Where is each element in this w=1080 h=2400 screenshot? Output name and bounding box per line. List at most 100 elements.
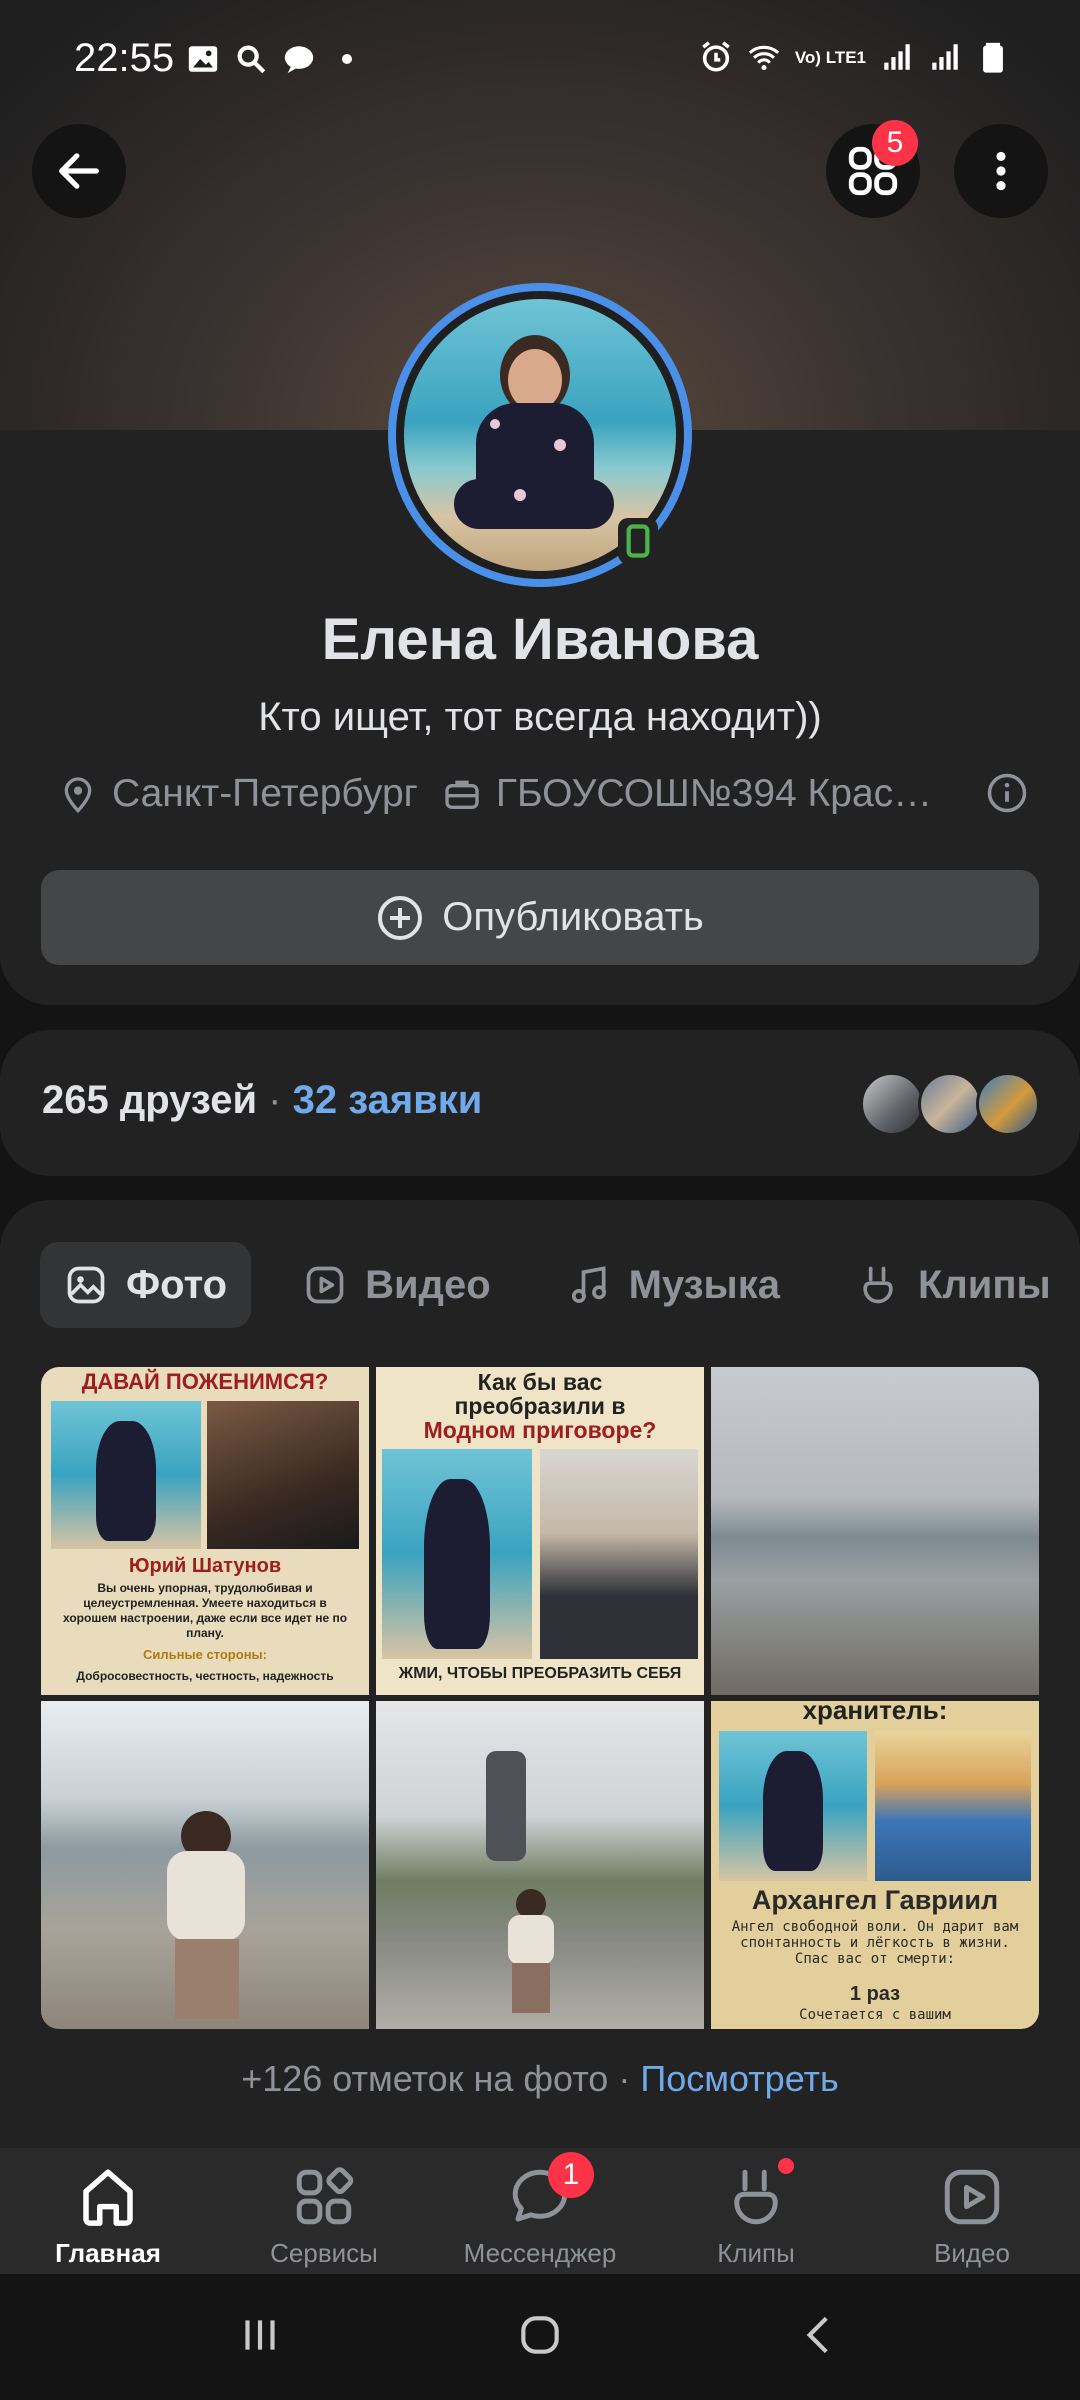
photo-6-title: хранитель: bbox=[802, 1701, 948, 1725]
plus-circle-icon bbox=[378, 895, 423, 940]
photo-6-angel bbox=[875, 1731, 1031, 1881]
tab-clips[interactable]: Клипы bbox=[832, 1242, 1075, 1328]
services-badge: 5 bbox=[872, 120, 918, 166]
photo-thumbnail[interactable] bbox=[376, 1701, 704, 2029]
nav-clips-label: Клипы bbox=[717, 2238, 795, 2268]
friend-requests-link[interactable]: 32 заявки bbox=[293, 1078, 483, 1122]
more-notifications-dot bbox=[342, 54, 352, 64]
nav-video-label: Видео bbox=[934, 2238, 1010, 2268]
photo-1-portrait bbox=[51, 1401, 201, 1549]
photo-1-text: Вы очень упорная, трудолюбивая и целеуст… bbox=[62, 1581, 348, 1640]
more-vertical-icon bbox=[996, 151, 1006, 191]
nav-services-label: Сервисы bbox=[270, 2238, 378, 2268]
photo-1-subtext: Добросовестность, честность, надежность bbox=[76, 1669, 334, 1683]
photo-6-times: 1 раз bbox=[849, 1983, 901, 2005]
profile-name: Елена Иванова bbox=[321, 607, 759, 672]
location-icon bbox=[58, 774, 98, 814]
photo-6-portrait bbox=[719, 1731, 867, 1881]
profile-city: Санкт-Петербург bbox=[112, 772, 418, 815]
friends-count[interactable]: 265 друзей bbox=[42, 1078, 257, 1122]
media-card: Фото Видео Музыка Клипы ДАВАЙ ПОЖЕНИМСЯ?… bbox=[0, 1200, 1080, 2150]
profile-details-button[interactable] bbox=[986, 772, 1028, 824]
clips-icon bbox=[734, 2169, 778, 2225]
photo-6-text: Ангел свободной воли. Он дарит вам спонт… bbox=[731, 1919, 1019, 1967]
messenger-badge: 1 bbox=[548, 2152, 594, 2198]
photo-tags-view-link[interactable]: Посмотреть bbox=[640, 2058, 838, 2099]
online-mobile-badge bbox=[618, 518, 658, 564]
profile-status[interactable]: Кто ищет, тот всегда находит)) bbox=[0, 695, 1080, 740]
profile-info-row: Санкт-Петербург ГБОУСОШ№394 Крас… bbox=[58, 772, 1028, 816]
tab-photo-label: Фото bbox=[126, 1262, 228, 1307]
back-system-button[interactable] bbox=[795, 2310, 845, 2365]
services-icon bbox=[296, 2167, 354, 2225]
tab-video[interactable]: Видео bbox=[279, 1242, 515, 1328]
photo-2-title3: Модном приговоре? bbox=[423, 1417, 657, 1443]
photo-thumbnail[interactable]: Как бы вас преобразили в Модном приговор… bbox=[376, 1367, 704, 1695]
music-icon bbox=[571, 1266, 606, 1303]
friend-avatar bbox=[976, 1072, 1040, 1136]
photo-1-celebrity bbox=[207, 1401, 359, 1549]
tab-music-label: Музыка bbox=[628, 1262, 780, 1307]
friends-separator: · bbox=[257, 1078, 293, 1122]
photo-thumbnail[interactable]: хранитель: Архангел Гавриил Ангел свобод… bbox=[711, 1701, 1039, 2029]
clips-new-dot bbox=[778, 2158, 794, 2174]
tab-video-label: Видео bbox=[365, 1262, 491, 1307]
nav-home-label: Главная bbox=[55, 2238, 161, 2268]
recent-apps-button[interactable] bbox=[235, 2310, 285, 2365]
media-tabs: Фото Видео Музыка Клипы bbox=[40, 1242, 1075, 1328]
nav-video[interactable]: Видео bbox=[864, 2148, 1080, 2274]
info-icon bbox=[987, 773, 1027, 813]
photo-1-name: Юрий Шатунов bbox=[128, 1555, 282, 1577]
back-button[interactable] bbox=[32, 124, 126, 218]
photo-tags-row: +126 отметок на фото · Посмотреть bbox=[0, 2058, 1080, 2100]
alarm-icon bbox=[699, 40, 733, 74]
friends-avatars[interactable] bbox=[860, 1072, 1040, 1136]
photo-tags-count: +126 отметок на фото bbox=[241, 2058, 609, 2099]
friend-avatar bbox=[860, 1072, 924, 1136]
arrow-left-icon bbox=[59, 153, 99, 189]
nav-home[interactable]: Главная bbox=[0, 2148, 216, 2274]
nav-messenger[interactable]: 1 Мессенджер bbox=[432, 2148, 648, 2274]
system-nav-bar bbox=[0, 2274, 1080, 2400]
video-icon bbox=[944, 2169, 1000, 2225]
photo-6-tail: Сочетается с вашим bbox=[799, 2007, 951, 2023]
tab-clips-label: Клипы bbox=[917, 1262, 1051, 1307]
battery-icon bbox=[976, 40, 1010, 74]
gallery-notification-icon bbox=[186, 42, 220, 76]
photo-tags-separator: · bbox=[608, 2058, 641, 2099]
nav-messenger-label: Мессенджер bbox=[463, 2238, 617, 2268]
status-bar: 22:55 Vo) LTE1 bbox=[0, 0, 1080, 120]
friend-avatar bbox=[918, 1072, 982, 1136]
video-icon bbox=[306, 1266, 344, 1304]
home-circle-icon bbox=[521, 2315, 559, 2354]
friends-card[interactable]: 265 друзей · 32 заявки bbox=[0, 1030, 1080, 1176]
home-icon bbox=[83, 2169, 133, 2226]
chat-notification-icon bbox=[282, 42, 316, 76]
publish-label: Опубликовать bbox=[442, 895, 704, 939]
publish-button[interactable]: Опубликовать bbox=[41, 870, 1039, 965]
tab-photo[interactable]: Фото bbox=[40, 1242, 252, 1328]
bottom-nav: Главная Сервисы 1 Мессенджер Клипы Видео bbox=[0, 2148, 1080, 2274]
photo-icon bbox=[67, 1266, 105, 1304]
more-button[interactable] bbox=[954, 124, 1048, 218]
wifi-icon bbox=[747, 40, 781, 74]
home-system-button[interactable] bbox=[515, 2310, 565, 2365]
photo-2-host bbox=[540, 1449, 698, 1659]
profile-work: ГБОУСОШ№394 Крас… bbox=[495, 772, 933, 815]
status-time: 22:55 bbox=[74, 36, 175, 80]
nav-clips[interactable]: Клипы bbox=[648, 2148, 864, 2274]
clips-icon bbox=[863, 1266, 893, 1304]
search-notification-icon bbox=[234, 42, 268, 76]
services-button[interactable]: 5 bbox=[826, 120, 920, 218]
photo-thumbnail[interactable]: ДАВАЙ ПОЖЕНИМСЯ? Юрий Шатунов Вы очень у… bbox=[41, 1367, 369, 1695]
photo-1-sub: Сильные стороны: bbox=[143, 1647, 267, 1662]
photo-thumbnail[interactable] bbox=[41, 1701, 369, 2029]
tab-music[interactable]: Музыка bbox=[543, 1242, 804, 1328]
photo-1-title: ДАВАЙ ПОЖЕНИМСЯ? bbox=[81, 1369, 329, 1394]
phone-online-icon bbox=[626, 524, 650, 558]
nav-services[interactable]: Сервисы bbox=[216, 2148, 432, 2274]
recent-apps-icon bbox=[245, 2319, 275, 2350]
photo-grid: ДАВАЙ ПОЖЕНИМСЯ? Юрий Шатунов Вы очень у… bbox=[41, 1367, 1039, 2029]
photo-thumbnail[interactable] bbox=[711, 1367, 1039, 1695]
network-type-label: Vo) LTE1 bbox=[794, 47, 866, 67]
